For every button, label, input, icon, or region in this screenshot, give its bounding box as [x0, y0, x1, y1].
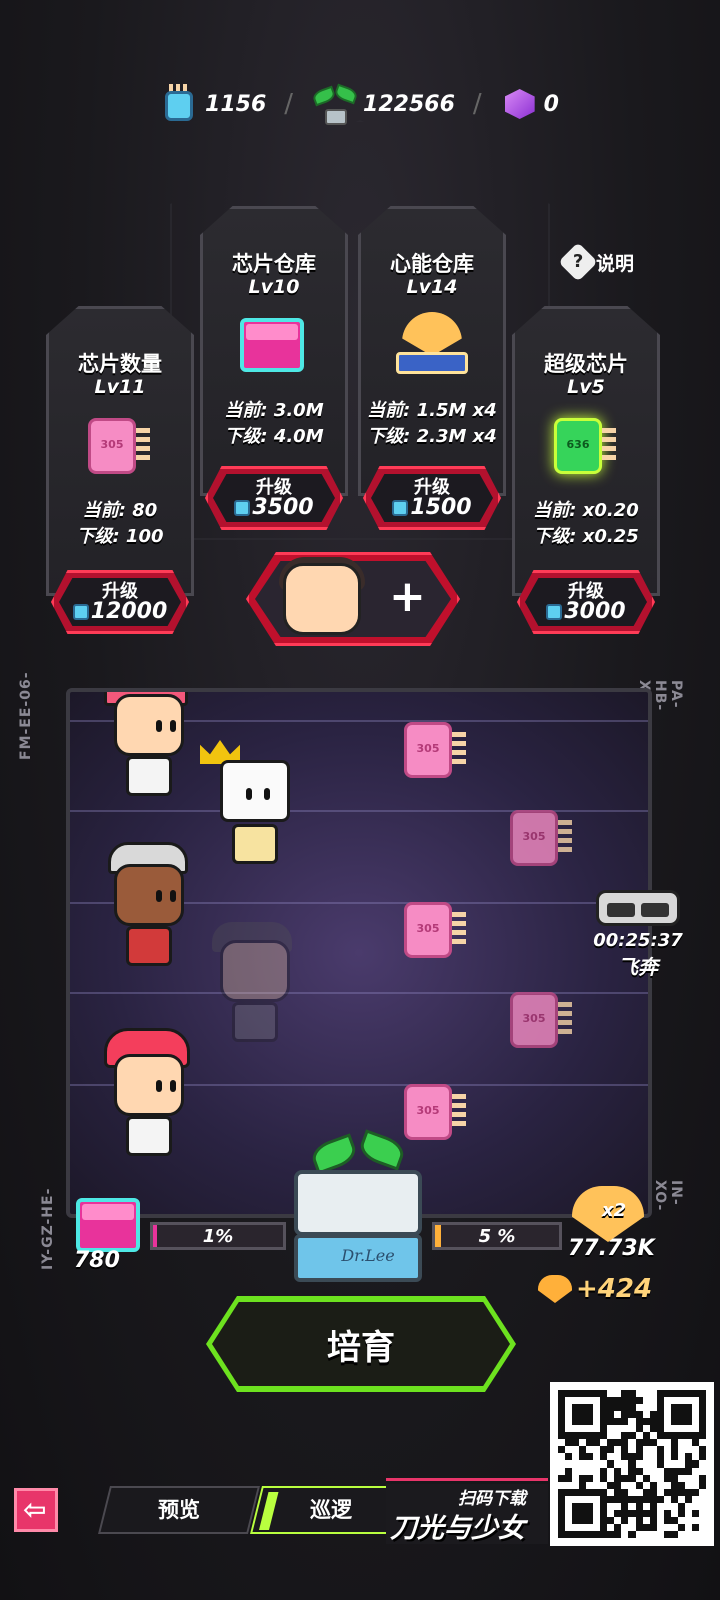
chip-progress-text: 1% [202, 1226, 234, 1247]
character-ghost [210, 922, 300, 1042]
chip-icon [72, 604, 89, 620]
card-name: 芯片数量 [78, 352, 162, 376]
question-icon: ? [558, 242, 598, 282]
storage-count: 780 [74, 1248, 120, 1273]
card-next: 下级: x0.25 [533, 526, 639, 547]
heart-gain: +424 [538, 1274, 652, 1304]
sprout-icon [311, 79, 359, 129]
chip-icon [234, 500, 251, 516]
chip-icon [546, 604, 563, 620]
card-current: 当前: 1.5M x4 [367, 400, 497, 421]
chip-icon [161, 83, 201, 125]
side-code: FM-EE-06- [18, 671, 34, 760]
chip-icon[interactable]: 305 [404, 722, 468, 782]
timer-label: 飞奔 [618, 955, 658, 979]
upgrade-cost: 1500 [366, 495, 498, 520]
chip-icon [392, 500, 409, 516]
character-avatar [283, 563, 361, 635]
card-next: 下级: 2.3M x4 [367, 426, 497, 447]
upgrade-button-chip-count[interactable]: 升级 12000 [51, 570, 189, 634]
upgrade-card-chip-count: 芯片数量 Lv11 305 当前: 80 下级: 100 [46, 306, 194, 596]
chip-icon[interactable]: 305 [510, 992, 574, 1052]
sprout-count: 122566 [363, 91, 455, 117]
currency-bar: 1156 / 122566 / 0 [0, 76, 720, 132]
character-dark-skin[interactable] [104, 842, 194, 972]
cube-count: 0 [543, 91, 559, 117]
chip-icon: 305 [88, 418, 152, 478]
upgrade-button-chip-storage[interactable]: 升级 3500 [205, 466, 343, 530]
upgrade-button-heart-storage[interactable]: 升级 1500 [363, 466, 501, 530]
card-current: 当前: 3.0M [224, 400, 324, 421]
cultivate-button[interactable]: 培育 [206, 1296, 516, 1392]
card-current: 当前: x0.20 [533, 500, 639, 521]
card-level: Lv10 [248, 276, 300, 298]
card-next: 下级: 4.0M [224, 426, 324, 447]
character-red-hair[interactable] [104, 1028, 194, 1158]
card-next: 下级: 100 [76, 526, 164, 547]
heart-icon: x2 [572, 1186, 644, 1242]
upgrade-cost: 3000 [520, 599, 652, 624]
cultivation-arena: 305 305 305 305 305 [66, 688, 652, 1218]
chip-progress-bar: 1% [150, 1222, 286, 1250]
currency-sprout: 122566 [311, 79, 455, 129]
explain-button[interactable]: ? 说明 [558, 242, 635, 282]
character-crown-cube[interactable] [200, 740, 300, 878]
upgrade-cost: 12000 [54, 599, 186, 624]
chip-icon[interactable]: 305 [404, 902, 468, 962]
heart-storage-icon [394, 312, 470, 376]
add-character-button[interactable]: + [246, 552, 460, 646]
heart-progress-bar: 5 % [432, 1222, 562, 1250]
upgrade-card-heart-storage: 心能仓库 Lv14 当前: 1.5M x4 下级: 2.3M x4 [358, 206, 506, 496]
upgrade-cost: 3500 [208, 495, 340, 520]
currency-cube: 0 [500, 83, 559, 125]
heart-gain-value: +424 [576, 1274, 653, 1304]
qr-code[interactable] [550, 1382, 714, 1546]
heart-multiplier: x2 [602, 1200, 627, 1221]
divider: / [472, 89, 482, 119]
character-pink-cap[interactable] [104, 692, 194, 802]
heart-storage-status: x2 77.73K [568, 1186, 655, 1261]
side-code: IY-GZ-HE- [40, 1187, 56, 1270]
download-promo[interactable]: 扫码下载 刀光与少女 [386, 1478, 548, 1544]
card-current: 当前: 80 [82, 500, 158, 521]
chip-icon[interactable]: 305 [510, 810, 574, 870]
incubator-machine[interactable]: Dr.Lee [288, 1129, 428, 1282]
upgrade-card-super-chip: 超级芯片 Lv5 636 当前: x0.20 下级: x0.25 [512, 306, 660, 596]
back-arrow-icon: ⇦ [23, 1493, 47, 1526]
timer-value: 00:25:37 [593, 930, 683, 951]
plus-icon: + [389, 571, 426, 622]
sunglasses-icon [596, 890, 680, 926]
explain-label: 说明 [596, 252, 635, 275]
promo-game-title: 刀光与少女 [390, 1513, 525, 1544]
heart-icon [538, 1275, 572, 1303]
dash-timer[interactable]: 00:25:37 飞奔 [590, 890, 686, 980]
card-level: Lv5 [567, 376, 605, 398]
upgrade-button-super-chip[interactable]: 升级 3000 [517, 570, 655, 634]
cultivate-label: 培育 [327, 1328, 395, 1368]
card-name: 心能仓库 [390, 252, 474, 276]
machine-label: Dr.Lee [341, 1246, 395, 1265]
divider: / [284, 89, 294, 119]
storage-box-icon [238, 314, 310, 374]
cube-icon [500, 83, 540, 125]
currency-chips: 1156 [161, 83, 266, 125]
chip-icon[interactable]: 305 [404, 1084, 468, 1144]
tab-preview[interactable]: 预览 [98, 1486, 260, 1534]
upgrade-card-chip-storage: 芯片仓库 Lv10 当前: 3.0M 下级: 4.0M [200, 206, 348, 496]
super-chip-icon: 636 [554, 418, 618, 478]
card-level: Lv14 [406, 276, 458, 298]
chip-count: 1156 [205, 91, 267, 117]
card-level: Lv11 [94, 376, 146, 398]
back-button[interactable]: ⇦ [14, 1488, 58, 1532]
card-name: 超级芯片 [544, 352, 628, 376]
storage-box-icon [74, 1194, 146, 1254]
machine-top [294, 1170, 422, 1236]
chip-storage-status: 780 [74, 1194, 146, 1273]
heart-progress-text: 5 % [478, 1226, 516, 1247]
card-name: 芯片仓库 [232, 252, 316, 276]
